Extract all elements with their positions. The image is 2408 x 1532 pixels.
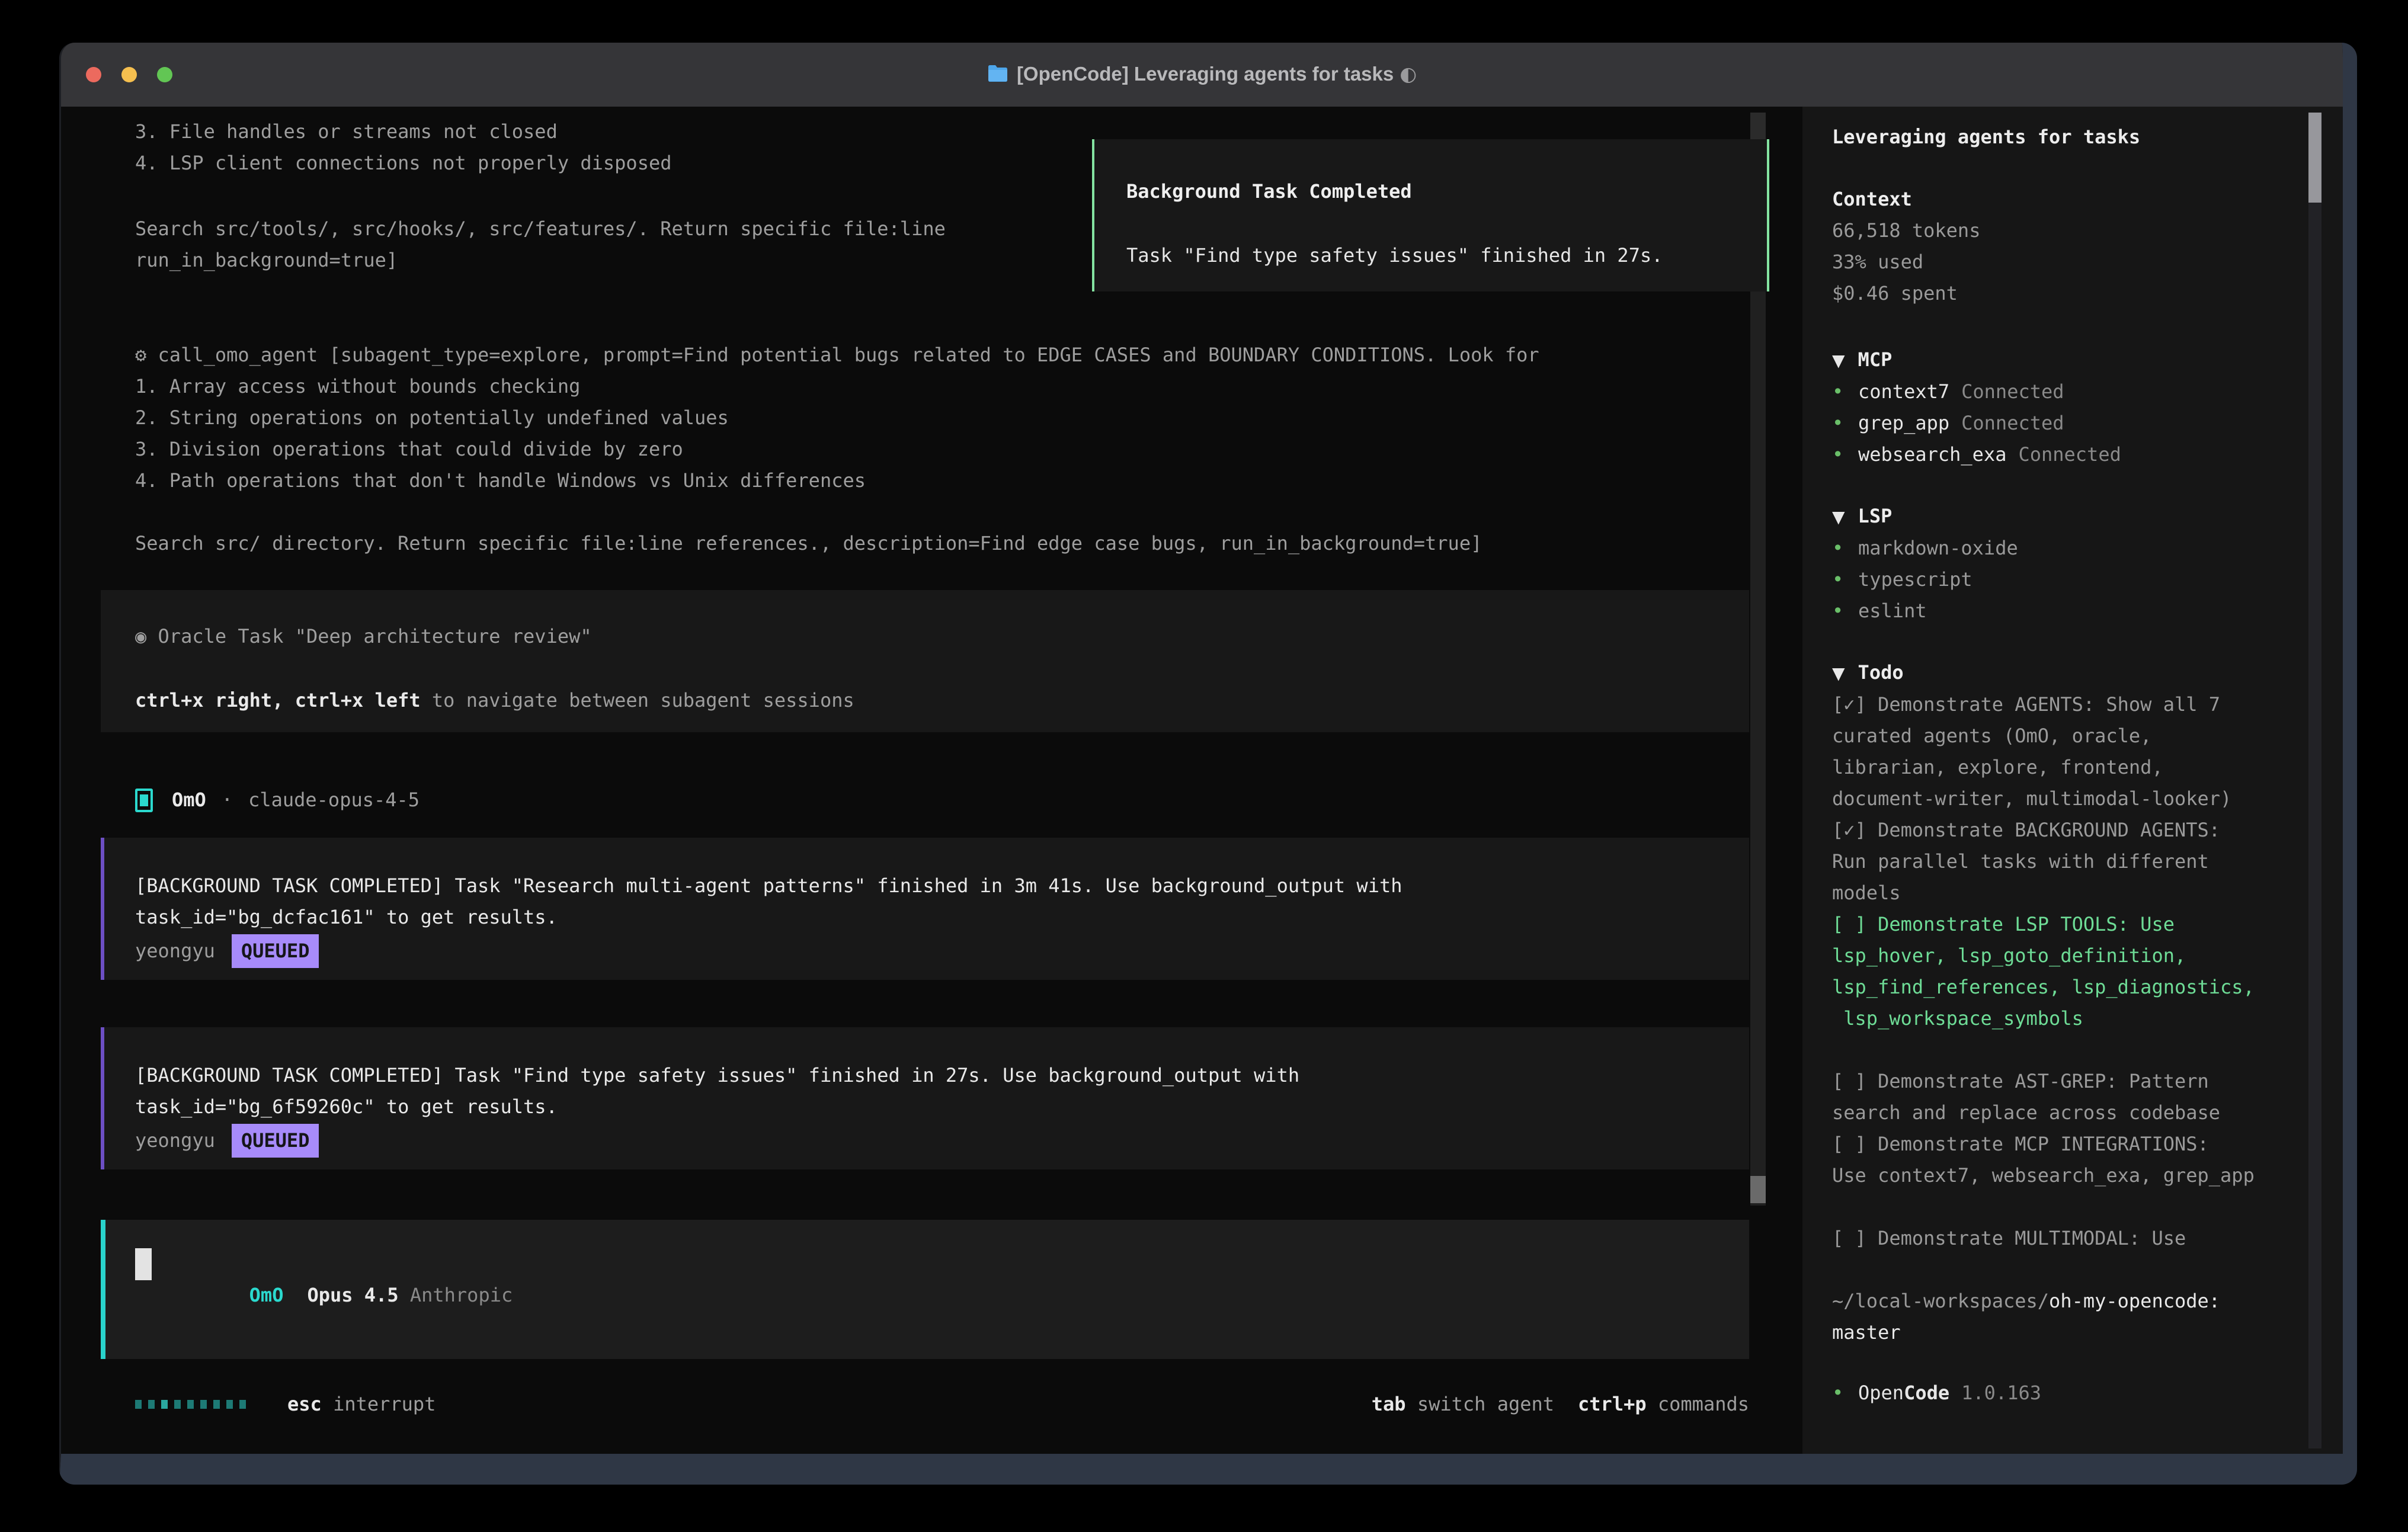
todo-item: [✓] Demonstrate BACKGROUND AGENTS: Run p… [1832,815,2343,909]
status-bar: esc interrupt tab switch agent ctrl+p com… [135,1389,1749,1420]
input-agent-name[interactable]: OmO [249,1284,284,1306]
tab-key-label: switch agent [1417,1393,1554,1415]
status-dot-icon: • [1832,564,1858,595]
background-task-message[interactable]: [BACKGROUND TASK COMPLETED] Task "Resear… [101,838,1749,980]
scrollbar-thumb[interactable] [2308,113,2321,203]
status-dot-icon: • [1832,533,1858,564]
mcp-server-name: grep_app [1858,408,1949,439]
tool-call-tail: Search src/ directory. Return specific f… [135,528,1749,559]
oracle-hint-text: to navigate between subagent sessions [421,689,854,711]
status-dot-icon: • [1832,376,1858,408]
chevron-down-icon[interactable]: ▼ [1832,507,1845,527]
toast-title: Background Task Completed [1126,176,1767,207]
lsp-server-row: •typescript [1832,564,2343,595]
task-message-line: task_id="bg_6f59260c" to get results. [135,1091,1749,1123]
mcp-server-row: •grep_app Connected [1832,408,2343,439]
task-user: yeongyu [135,1125,215,1156]
background-task-message[interactable]: [BACKGROUND TASK COMPLETED] Task "Find t… [101,1027,1749,1169]
task-message-line: [BACKGROUND TASK COMPLETED] Task "Resear… [135,870,1749,902]
lsp-server-row: •eslint [1832,595,2343,627]
git-branch: master [1832,1317,2343,1348]
lsp-server-name: markdown-oxide [1858,533,2018,564]
todo-item: [ ] Demonstrate MCP INTEGRATIONS: Use co… [1832,1129,2343,1191]
agent-name: OmO [172,784,206,816]
session-title: Leveraging agents for tasks [1832,121,2343,153]
agent-avatar-icon [135,789,153,812]
tab-key-hint[interactable]: tab [1372,1393,1406,1415]
scrollbar-thumb[interactable] [1750,1176,1766,1203]
chat-main-pane: Background Task Completed Task "Find typ… [61,107,1802,1454]
workspace-path: ~/local-workspaces/oh-my-opencode: [1832,1286,2343,1317]
agent-header-line: OmO · claude-opus-4-5 [135,784,1749,816]
session-state-icon: ◐ [1400,62,1417,85]
dot-separator: · [222,784,233,816]
context-used: 33% used [1832,246,2343,278]
oracle-title: Oracle Task "Deep architecture review" [158,625,592,648]
todo-item: [✓] Demonstrate AGENTS: Show all 7 curat… [1832,689,2343,815]
app-version-row: • OpenCode 1.0.163 [1832,1377,2343,1409]
tool-call-item: 4. Path operations that don't handle Win… [135,465,1749,496]
tool-call-item: 1. Array access without bounds checking [135,371,1749,402]
tool-call-item: 3. Division operations that could divide… [135,434,1749,465]
ctrlp-key-label: commands [1658,1393,1749,1415]
gear-icon: ⚙ [135,344,146,366]
chevron-down-icon[interactable]: ▼ [1832,664,1845,683]
oracle-icon: ◉ [135,625,146,648]
tool-call-line: call_omo_agent [subagent_type=explore, p… [158,344,1539,366]
oracle-shortcut: ctrl+x right, ctrl+x left [135,689,421,711]
input-model-name[interactable]: Opus 4.5 [307,1284,398,1306]
lsp-server-name: typescript [1858,564,1972,595]
context-spent: $0.46 spent [1832,278,2343,309]
status-badge: QUEUED [232,934,319,968]
repo-name: oh-my-opencode: [2049,1290,2220,1312]
context-tokens: 66,518 tokens [1832,215,2343,246]
folder-icon [987,64,1008,88]
activity-spinner-dots [135,1400,246,1409]
toast-body: Task "Find type safety issues" finished … [1126,240,1767,271]
mcp-server-row: •context7 Connected [1832,376,2343,408]
window-title-text: [OpenCode] Leveraging agents for tasks [1017,63,1394,85]
tool-call-item: 2. String operations on potentially unde… [135,402,1749,434]
task-message-line: task_id="bg_dcfac161" to get results. [135,902,1749,933]
mcp-server-row: •websearch_exa Connected [1832,439,2343,470]
agent-model: claude-opus-4-5 [248,784,420,816]
task-message-line: [BACKGROUND TASK COMPLETED] Task "Find t… [135,1060,1749,1091]
sidebar-scrollbar[interactable] [2308,113,2321,1448]
tool-call-block: ⚙ call_omo_agent [subagent_type=explore,… [61,339,1749,559]
lsp-server-name: eslint [1858,595,1927,627]
chevron-down-icon[interactable]: ▼ [1832,351,1845,370]
ctrlp-key-hint[interactable]: ctrl+p [1578,1393,1647,1415]
input-provider-name: Anthropic [410,1284,513,1306]
task-user: yeongyu [135,935,215,967]
todo-item-active: [ ] Demonstrate LSP TOOLS: Use lsp_hover… [1832,909,2343,1034]
status-dot-icon: • [1832,595,1858,627]
terminal-window: [OpenCode] Leveraging agents for tasks◐ … [59,43,2357,1485]
session-sidebar: Leveraging agents for tasks Context 66,5… [1802,107,2343,1454]
context-heading: Context [1832,184,2343,215]
app-version-number: 1.0.163 [1961,1377,2041,1409]
prompt-input[interactable]: OmO Opus 4.5 Anthropic [101,1220,1749,1359]
mcp-server-status: Connected [1961,408,2064,439]
background-task-toast: Background Task Completed Task "Find typ… [1092,139,1769,291]
status-dot-icon: • [1832,1377,1858,1409]
mcp-server-status: Connected [2018,439,2121,470]
window-title: [OpenCode] Leveraging agents for tasks ◐ [61,62,2343,88]
todo-item: [ ] Demonstrate MULTIMODAL: Use [1832,1223,2343,1254]
mcp-section-header[interactable]: ▼MCP [1832,344,2343,376]
status-dot-icon: • [1832,439,1858,470]
esc-key-label: interrupt [333,1389,436,1420]
status-badge: QUEUED [232,1124,319,1158]
lsp-section-header[interactable]: ▼LSP [1832,501,2343,533]
oracle-task-card[interactable]: ◉ Oracle Task "Deep architecture review"… [101,590,1749,732]
mcp-server-name: websearch_exa [1858,439,2006,470]
todo-item: [ ] Demonstrate AST-GREP: Pattern search… [1832,1066,2343,1129]
lsp-server-row: •markdown-oxide [1832,533,2343,564]
mcp-server-name: context7 [1858,376,1949,408]
mcp-server-status: Connected [1961,376,2064,408]
status-dot-icon: • [1832,408,1858,439]
todo-section-header[interactable]: ▼Todo [1832,657,2343,689]
title-bar: [OpenCode] Leveraging agents for tasks ◐ [61,43,2343,107]
esc-key-hint[interactable]: esc [287,1389,322,1420]
